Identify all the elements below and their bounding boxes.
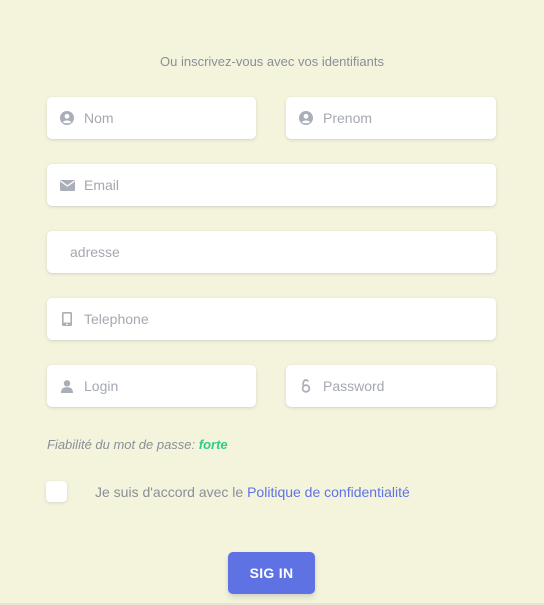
prenom-input[interactable] xyxy=(286,97,496,139)
email-field-wrapper xyxy=(47,164,496,206)
privacy-policy-link[interactable]: Politique de confidentialité xyxy=(247,484,410,500)
adresse-field-wrapper xyxy=(47,231,496,273)
login-input[interactable] xyxy=(47,365,256,407)
agreement-text: Je suis d'accord avec le xyxy=(95,484,244,500)
privacy-agreement-label: Je suis d'accord avec le Politique de co… xyxy=(95,484,410,500)
sign-in-button[interactable]: SIG IN xyxy=(228,552,315,594)
password-strength: Fiabilité du mot de passe: forte xyxy=(47,437,228,452)
prenom-field-wrapper xyxy=(286,97,496,139)
password-input[interactable] xyxy=(286,365,496,407)
password-field-wrapper xyxy=(286,365,496,407)
nom-input[interactable] xyxy=(47,97,256,139)
telephone-field-wrapper xyxy=(47,298,496,340)
adresse-input[interactable] xyxy=(47,231,496,273)
form-subtitle: Ou inscrivez-vous avec vos identifiants xyxy=(160,54,384,69)
nom-field-wrapper xyxy=(47,97,256,139)
privacy-agreement-checkbox[interactable] xyxy=(46,481,67,502)
telephone-input[interactable] xyxy=(47,298,496,340)
password-strength-value: forte xyxy=(198,437,228,452)
login-field-wrapper xyxy=(47,365,256,407)
password-strength-label: Fiabilité du mot de passe: xyxy=(47,437,196,452)
email-input[interactable] xyxy=(47,164,496,206)
